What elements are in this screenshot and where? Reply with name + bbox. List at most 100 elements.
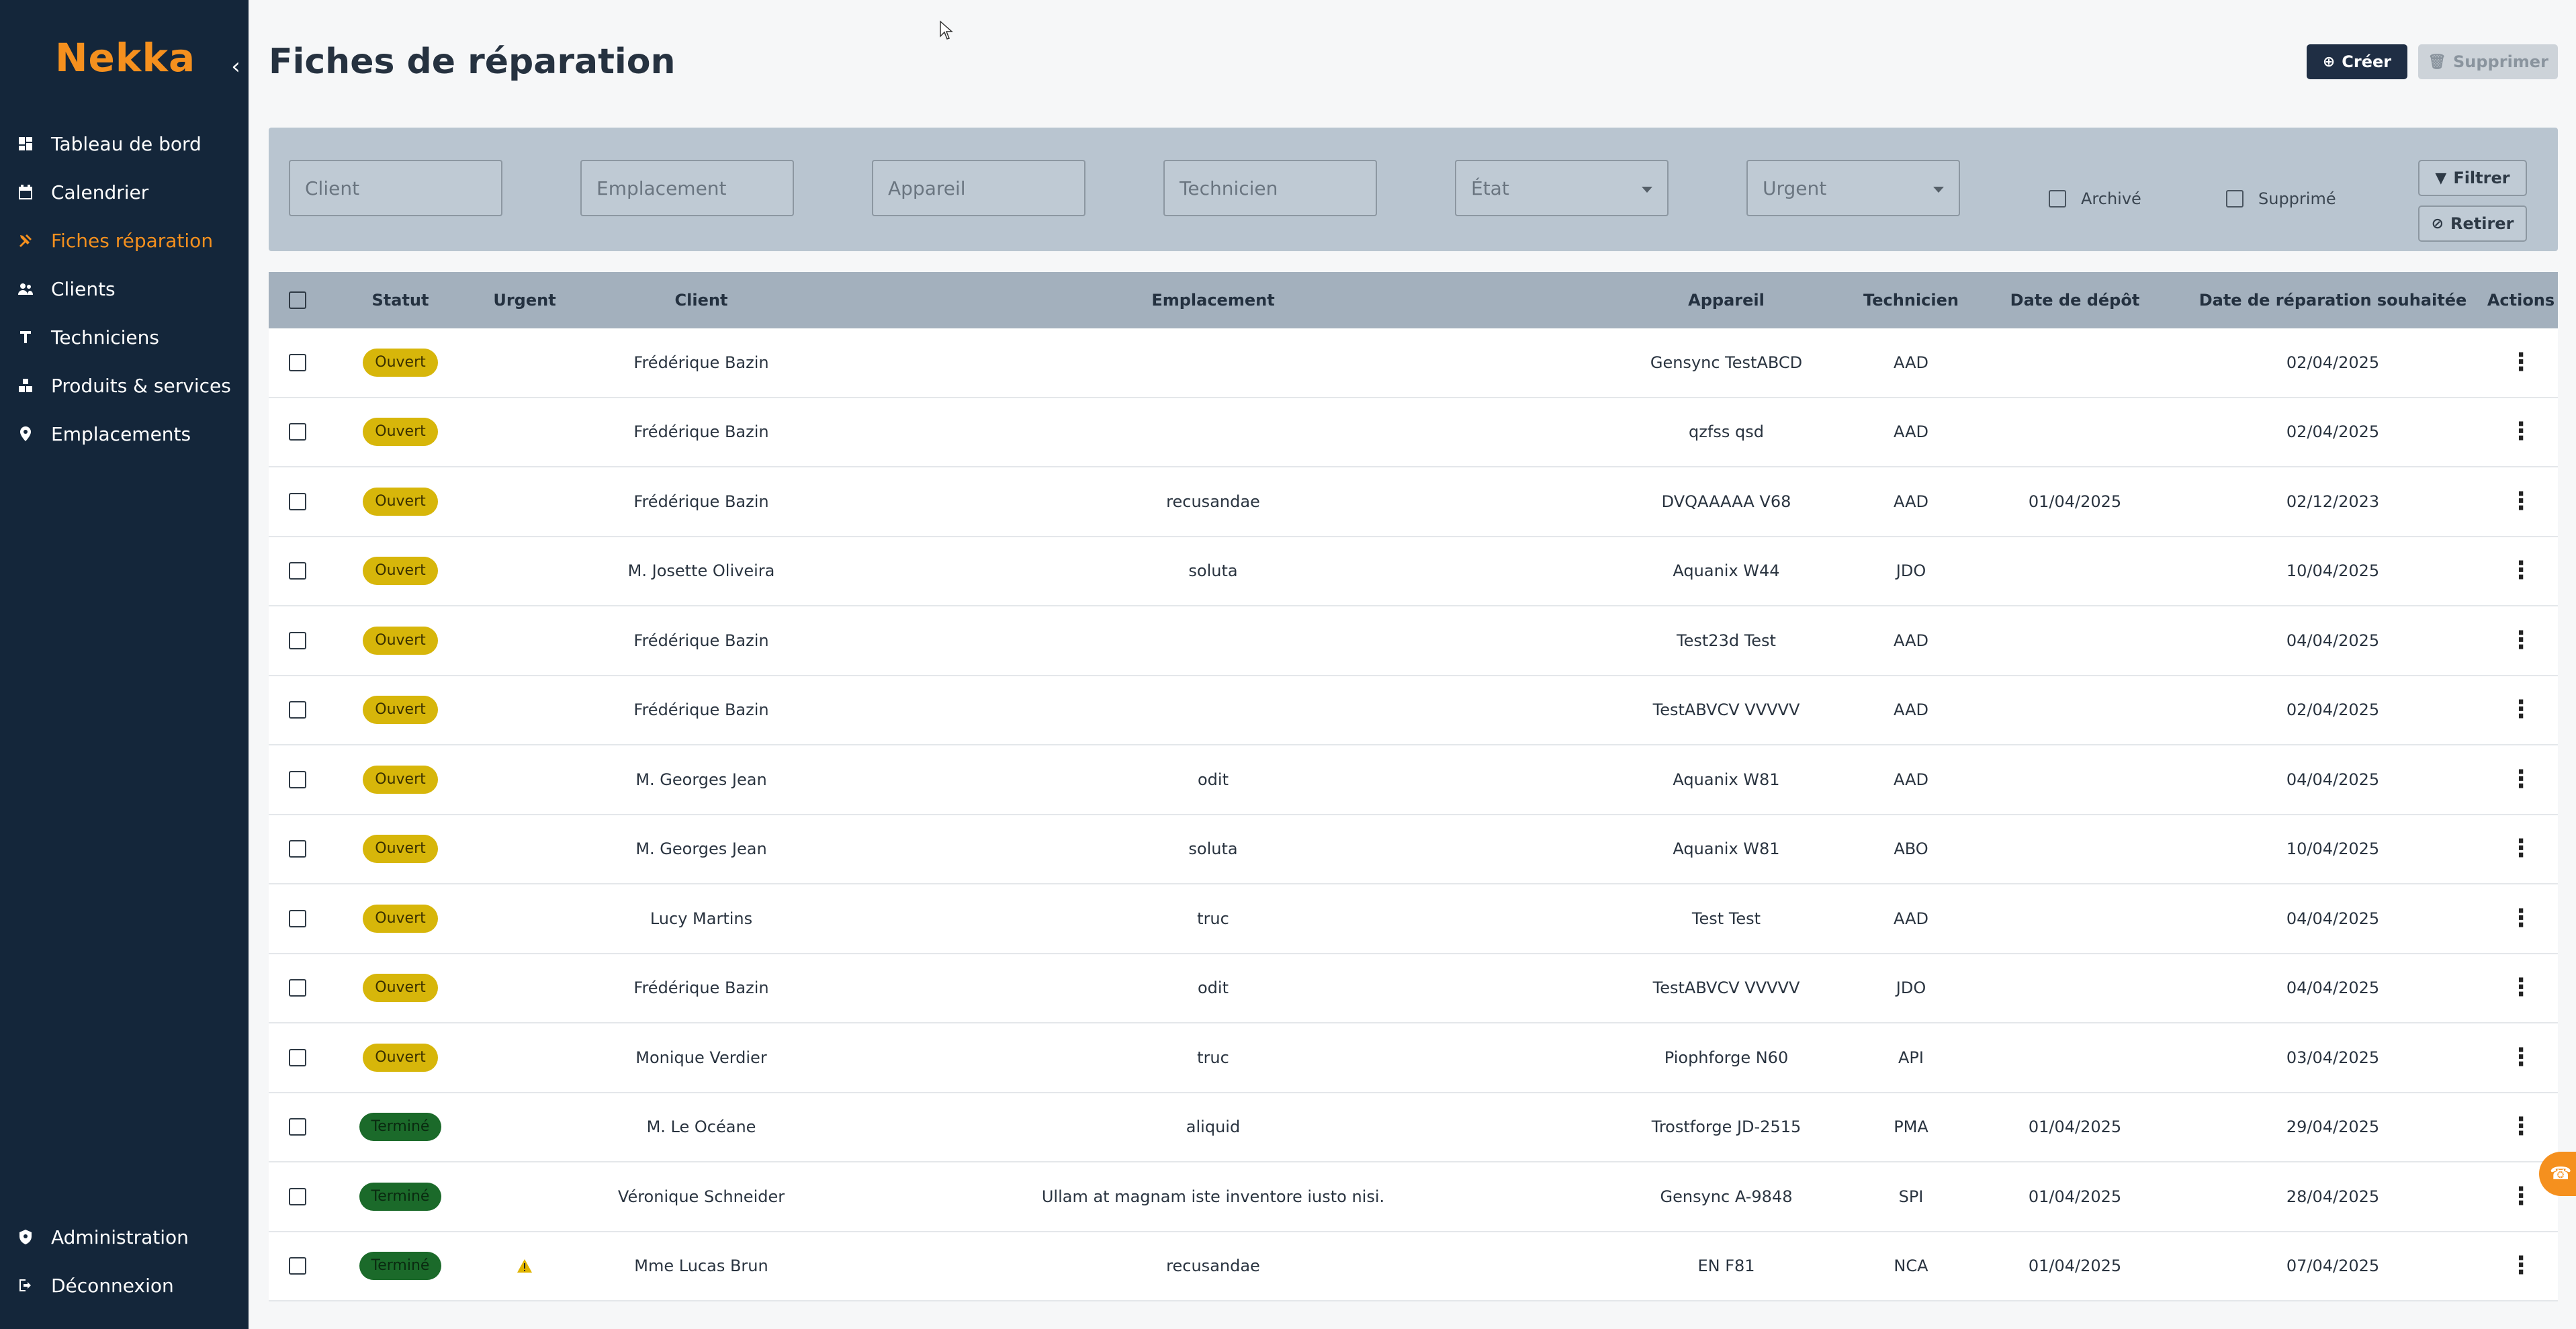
client-cell: Mme Lucas Brun [634,1256,768,1276]
row-checkbox[interactable] [289,1257,306,1275]
emplacement-cell: recusandae [1166,492,1260,511]
col-technicien[interactable]: Technicien [1854,291,1968,310]
more-vertical-icon[interactable]: ⋮ [2509,420,2533,444]
actions-cell: ⋮ [2484,1045,2558,1069]
row-checkbox[interactable] [289,492,306,510]
more-vertical-icon[interactable]: ⋮ [2509,1184,2533,1208]
technicien-cell: AAD [1894,422,1928,442]
funnel-off-icon: ⊘ [2431,215,2444,232]
sidebar-item-clients[interactable]: Clients [0,265,249,313]
reset-filter-button[interactable]: ⊘ Retirer [2418,205,2527,242]
col-client[interactable]: Client [575,291,828,310]
col-statut[interactable]: Statut [326,291,474,310]
row-checkbox[interactable] [289,423,306,441]
table-row[interactable]: Ouvert Lucy Martins truc Test Test AAD 0… [269,884,2558,954]
more-vertical-icon[interactable]: ⋮ [2509,976,2533,1000]
more-vertical-icon[interactable]: ⋮ [2509,1045,2533,1069]
date-souhaitee-cell: 02/04/2025 [2286,422,2380,442]
sidebar-item-calendrier[interactable]: Calendrier [0,168,249,216]
sidebar-item-produits-services[interactable]: Produits & services [0,361,249,410]
table-row[interactable]: Ouvert Frédérique Bazin Test23d Test AAD… [269,606,2558,676]
row-checkbox[interactable] [289,770,306,788]
row-checkbox[interactable] [289,909,306,927]
checkbox-box[interactable] [2049,190,2066,208]
archive-checkbox[interactable]: Archivé [2049,189,2141,208]
row-checkbox[interactable] [289,1118,306,1136]
col-urgent[interactable]: Urgent [474,291,575,310]
row-checkbox[interactable] [289,979,306,997]
chevron-left-icon[interactable]: ‹ [226,55,246,78]
sidebar-item-tableau-de-bord[interactable]: Tableau de bord [0,120,249,168]
create-button[interactable]: ⊕ Créer [2307,44,2407,79]
more-vertical-icon[interactable]: ⋮ [2509,489,2533,513]
actions-cell: ⋮ [2484,559,2558,583]
emplacement-filter-input[interactable]: Emplacement [580,160,794,216]
more-vertical-icon[interactable]: ⋮ [2509,698,2533,722]
row-checkbox[interactable] [289,1048,306,1066]
row-select-cell [269,353,326,371]
delete-button[interactable]: 🗑 Supprimer [2418,44,2558,79]
row-checkbox[interactable] [289,840,306,858]
table-row[interactable]: Terminé Véronique Schneider Ullam at mag… [269,1162,2558,1232]
app-logo[interactable]: Nekka [55,35,195,81]
checkbox-box[interactable] [2226,190,2244,208]
col-date-souhaitee[interactable]: Date de réparation souhaitée [2182,291,2484,310]
table-row[interactable]: Terminé Mme Lucas Brun recusandae EN F81… [269,1232,2558,1301]
date-souhaitee-cell: 04/04/2025 [2286,978,2380,998]
technicien-filter-input[interactable]: Technicien [1163,160,1377,216]
col-appareil[interactable]: Appareil [1599,291,1854,310]
urgent-select[interactable]: Urgent [1746,160,1960,216]
table-row[interactable]: Ouvert Frédérique Bazin Gensync TestABCD… [269,328,2558,398]
status-cell: Ouvert [326,974,474,1003]
more-vertical-icon[interactable]: ⋮ [2509,767,2533,791]
emplacement-cell: soluta [1188,839,1238,859]
table-row[interactable]: Ouvert Frédérique Bazin qzfss qsd AAD 02… [269,398,2558,467]
sidebar-item-fiches-reparation[interactable]: Fiches réparation [0,216,249,265]
table-row[interactable]: Ouvert Frédérique Bazin odit TestABVCV V… [269,954,2558,1023]
select-all-checkbox[interactable] [289,291,306,309]
date-souhaitee-cell: 07/04/2025 [2286,1256,2380,1276]
more-vertical-icon[interactable]: ⋮ [2509,628,2533,652]
table-row[interactable]: Ouvert M. Georges Jean soluta Aquanix W8… [269,815,2558,884]
more-vertical-icon[interactable]: ⋮ [2509,350,2533,374]
supprime-checkbox[interactable]: Supprimé [2226,189,2336,208]
table-row[interactable]: Ouvert Frédérique Bazin TestABVCV VVVVV … [269,676,2558,745]
emplacement-cell: recusandae [1166,1256,1260,1276]
technicien-cell: AAD [1894,770,1928,789]
etat-select[interactable]: État [1455,160,1669,216]
more-vertical-icon[interactable]: ⋮ [2509,559,2533,583]
row-checkbox[interactable] [289,353,306,371]
sidebar-item-emplacements[interactable]: Emplacements [0,410,249,458]
row-checkbox[interactable] [289,562,306,580]
table-row[interactable]: Ouvert M. Josette Oliveira soluta Aquani… [269,537,2558,606]
row-checkbox[interactable] [289,701,306,719]
create-button-label: Créer [2342,52,2392,71]
client-filter-input[interactable]: Client [289,160,502,216]
row-checkbox[interactable] [289,631,306,649]
date-souhaitee-cell: 10/04/2025 [2286,839,2380,859]
status-cell: Ouvert [326,765,474,794]
row-checkbox[interactable] [289,1187,306,1205]
col-emplacement[interactable]: Emplacement [828,291,1599,310]
col-date-depot[interactable]: Date de dépôt [1968,291,2182,310]
shield-icon [16,1228,35,1246]
table-row[interactable]: Ouvert Frédérique Bazin recusandae DVQAA… [269,467,2558,537]
more-vertical-icon[interactable]: ⋮ [2509,1115,2533,1139]
more-vertical-icon[interactable]: ⋮ [2509,837,2533,861]
filter-button[interactable]: ▼ Filtrer [2418,160,2527,196]
table-row[interactable]: Terminé M. Le Océane aliquid Trostforge … [269,1093,2558,1162]
appareil-cell: TestABVCV VVVVV [1652,978,1800,998]
table-row[interactable]: Ouvert Monique Verdier truc Piophforge N… [269,1023,2558,1093]
more-vertical-icon[interactable]: ⋮ [2509,1254,2533,1278]
appareil-filter-input[interactable]: Appareil [872,160,1085,216]
more-vertical-icon[interactable]: ⋮ [2509,906,2533,930]
status-cell: Terminé [326,1113,474,1142]
sidebar-item-administration[interactable]: Administration [0,1213,249,1261]
table-row[interactable]: Ouvert M. Georges Jean odit Aquanix W81 … [269,745,2558,815]
status-badge: Ouvert [363,696,438,725]
sidebar-item-deconnexion[interactable]: Déconnexion [0,1261,249,1310]
client-cell: Lucy Martins [650,909,753,928]
status-badge: Ouvert [363,348,438,377]
sidebar-item-techniciens[interactable]: Techniciens [0,313,249,361]
page-title: Fiches de réparation [269,42,676,82]
